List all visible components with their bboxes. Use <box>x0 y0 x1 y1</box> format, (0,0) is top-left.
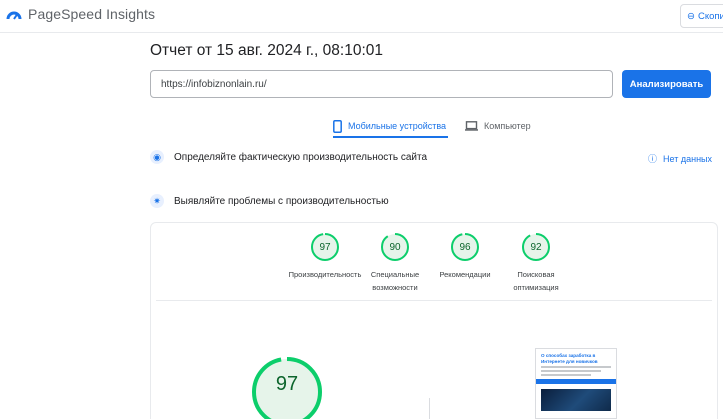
report-title: Отчет от 15 авг. 2024 г., 08:10:01 <box>150 42 384 59</box>
info-icon: ⓘ <box>648 154 658 164</box>
vertical-divider <box>429 398 430 419</box>
gauge-seo[interactable]: 92 Поисковая оптимизация <box>491 232 581 294</box>
gauge-label: Специальные возможности <box>371 268 419 294</box>
field-data-title: Определяйте фактическую производительнос… <box>174 151 428 163</box>
field-data-heading: ◉ Определяйте фактическую производительн… <box>150 150 427 164</box>
no-data-link[interactable]: ⓘ Нет данных <box>648 152 712 165</box>
card-divider <box>156 300 712 301</box>
gauge-score: 96 <box>459 241 471 253</box>
link-icon: ⊖ <box>687 10 695 22</box>
gauge-score: 92 <box>530 241 542 253</box>
gauge-label: Поисковая оптимизация <box>513 268 558 294</box>
active-tab-indicator <box>333 136 448 138</box>
app-name: PageSpeed Insights <box>28 6 156 22</box>
no-data-label: Нет данных <box>663 153 713 164</box>
pagespeed-logo-icon <box>6 11 22 20</box>
tab-desktop-label: Компьютер <box>484 121 531 131</box>
big-gauge-score: 97 <box>275 372 299 395</box>
gauge-label-line2: возможности <box>372 283 418 292</box>
smartphone-icon <box>333 119 342 133</box>
lab-data-title: Выявляйте проблемы с производительностью <box>174 195 389 207</box>
thumbnail-text-line <box>541 366 611 368</box>
laptop-icon <box>465 121 478 131</box>
thumbnail-text-line <box>541 370 601 372</box>
tab-mobile-label: Мобильные устройства <box>348 121 447 131</box>
diagnose-icon: ✷ <box>150 194 164 208</box>
analyze-button[interactable]: Анализировать <box>622 70 711 98</box>
thumbnail-title: О способах заработка в Интернете для нов… <box>541 353 598 364</box>
gauge-label-line2: оптимизация <box>513 283 559 292</box>
performance-big-gauge: 97 <box>250 355 324 419</box>
thumbnail-hero-image <box>541 389 611 411</box>
gauge-score: 97 <box>319 241 331 253</box>
users-icon: ◉ <box>150 150 164 164</box>
gauge-label-line1: Специальные <box>370 270 420 279</box>
url-input[interactable]: https://infobiznonlain.ru/ <box>150 70 613 98</box>
pagespeed-logo[interactable]: PageSpeed Insights <box>6 6 155 22</box>
gauge-label-line1: Рекомендации <box>439 270 491 279</box>
thumbnail-text-line <box>541 374 591 376</box>
copy-link-button[interactable]: ⊖ Скопи <box>680 4 723 28</box>
thumbnail-nav-bar <box>536 379 616 384</box>
page-screenshot-thumbnail: О способах заработка в Интернете для нов… <box>535 348 617 419</box>
gauge-label: Рекомендации <box>439 268 490 281</box>
top-bar: PageSpeed Insights ⊖ Скопи <box>0 0 723 33</box>
tab-mobile[interactable]: Мобильные устройства <box>333 114 446 138</box>
copy-link-label: Скопи <box>697 10 723 22</box>
lab-data-heading: ✷ Выявляйте проблемы с производительност… <box>150 194 389 208</box>
tab-desktop[interactable]: Компьютер <box>465 114 531 138</box>
gauge-score: 90 <box>389 241 401 253</box>
gauge-label-line1: Поисковая <box>517 270 555 279</box>
